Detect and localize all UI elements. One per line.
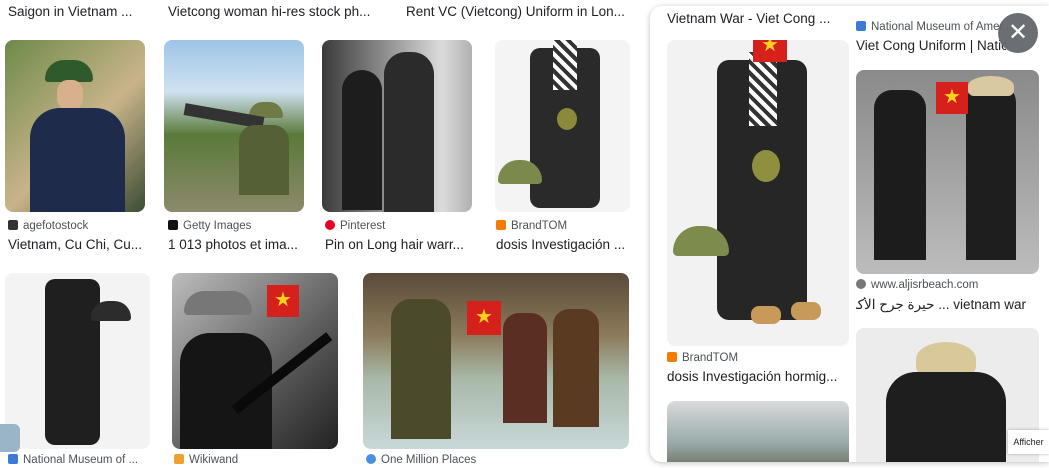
result-source-6[interactable]: Wikiwand [174, 454, 314, 466]
figure-1-shape [391, 299, 451, 439]
helmet-shape [91, 301, 131, 321]
result-title-3[interactable]: Pin on Long hair warr... [325, 237, 475, 252]
source-label: One Million Places [381, 454, 477, 466]
globe-icon [366, 454, 376, 464]
source-label: BrandTOM [682, 352, 739, 364]
result-title-saigon[interactable]: Saigon in Vietnam ... [8, 4, 148, 19]
getty-images-icon [168, 220, 178, 230]
uniform-shape [886, 372, 1006, 462]
result-source-5[interactable]: National Museum of ... [8, 454, 148, 466]
close-icon: ✕ [1007, 19, 1029, 46]
source-label: National Museum of Amer... [871, 21, 1012, 33]
body-shape [30, 108, 125, 212]
scarf-shape [749, 52, 777, 126]
agefotostock-icon [8, 220, 18, 230]
scarf-shape [553, 40, 577, 90]
conical-hat-shape [968, 76, 1014, 96]
panel-right-source[interactable]: National Museum of Amer... [856, 21, 1012, 33]
result-image-6[interactable] [172, 273, 338, 449]
panel-next-image-left[interactable] [667, 401, 849, 462]
wikiwand-icon [174, 454, 184, 464]
figure-left-shape [342, 70, 382, 210]
uniform-shape [45, 279, 100, 445]
preview-panel: Vietnam War - Viet Cong ... BrandTOM dos… [650, 6, 1049, 462]
sandal-shape [791, 302, 821, 320]
result-image-7[interactable] [363, 273, 629, 449]
result-source-2[interactable]: Getty Images [168, 220, 308, 232]
result-title-vietcong-woman[interactable]: Vietcong woman hi-res stock ph... [168, 4, 383, 19]
figure-1-shape [874, 90, 926, 260]
canteen-shape [557, 108, 577, 130]
brandtom-icon [496, 220, 506, 230]
figure-2-shape [503, 313, 547, 423]
close-button[interactable]: ✕ [998, 13, 1038, 53]
figure-2-shape [966, 84, 1016, 260]
face-shape [57, 80, 83, 110]
source-label: Wikiwand [189, 454, 239, 466]
result-image-5[interactable] [5, 273, 150, 449]
source-label: National Museum of ... [23, 454, 139, 466]
flag-icon [936, 82, 968, 114]
result-title-1[interactable]: Vietnam, Cu Chi, Cu... [8, 237, 148, 252]
source-label: Pinterest [340, 220, 386, 232]
flag-icon [267, 285, 299, 317]
flag-icon [467, 301, 501, 335]
sandal-shape [751, 306, 781, 324]
panel-bottom-left-title[interactable]: dosis Investigación hormig... [667, 369, 849, 384]
panel-bottom-left-source[interactable]: BrandTOM [667, 352, 849, 364]
result-title-4[interactable]: dosis Investigación ... [496, 237, 636, 252]
result-image-2[interactable] [164, 40, 304, 212]
bush-hat-shape [184, 291, 252, 315]
figure-right-shape [384, 52, 434, 212]
result-image-1[interactable] [5, 40, 145, 212]
panel-main-image[interactable] [667, 40, 849, 346]
conical-hat-shape [916, 342, 976, 376]
pinterest-icon [325, 220, 335, 230]
result-source-1[interactable]: agefotostock [8, 220, 148, 232]
result-source-4[interactable]: BrandTOM [496, 220, 636, 232]
pith-helmet-shape [45, 60, 93, 82]
panel-bottom-right-title[interactable]: vietnam war ... حيرة جرح الأكبر [856, 297, 1026, 313]
result-title-2[interactable]: 1 013 photos et ima... [168, 237, 305, 252]
soldier-body-shape [239, 125, 289, 195]
flag-icon [753, 40, 787, 62]
source-label: Getty Images [183, 220, 252, 232]
figure-3-shape [553, 309, 599, 427]
side-float-button[interactable] [0, 424, 20, 452]
panel-right-image[interactable] [856, 70, 1039, 274]
panel-left-title[interactable]: Vietnam War - Viet Cong ... [667, 11, 839, 26]
panel-bottom-right-source[interactable]: www.aljisrbeach.com [856, 279, 1012, 291]
afficher-button[interactable]: Afficher [1008, 430, 1049, 454]
result-image-4[interactable] [495, 40, 630, 212]
museum-icon [8, 454, 18, 464]
result-source-7[interactable]: One Million Places [366, 454, 546, 466]
source-label: www.aljisrbeach.com [871, 279, 979, 291]
museum-icon [856, 21, 866, 31]
result-source-3[interactable]: Pinterest [325, 220, 475, 232]
result-title-rent-vc-uniform[interactable]: Rent VC (Vietcong) Uniform in Lon... [406, 4, 634, 19]
globe-icon [856, 279, 866, 289]
source-label: agefotostock [23, 220, 89, 232]
brandtom-icon [667, 352, 677, 362]
source-label: BrandTOM [511, 220, 568, 232]
result-image-3[interactable] [322, 40, 472, 212]
canteen-shape [752, 150, 780, 182]
panel-right-title[interactable]: Viet Cong Uniform | Nation... [856, 38, 1006, 53]
